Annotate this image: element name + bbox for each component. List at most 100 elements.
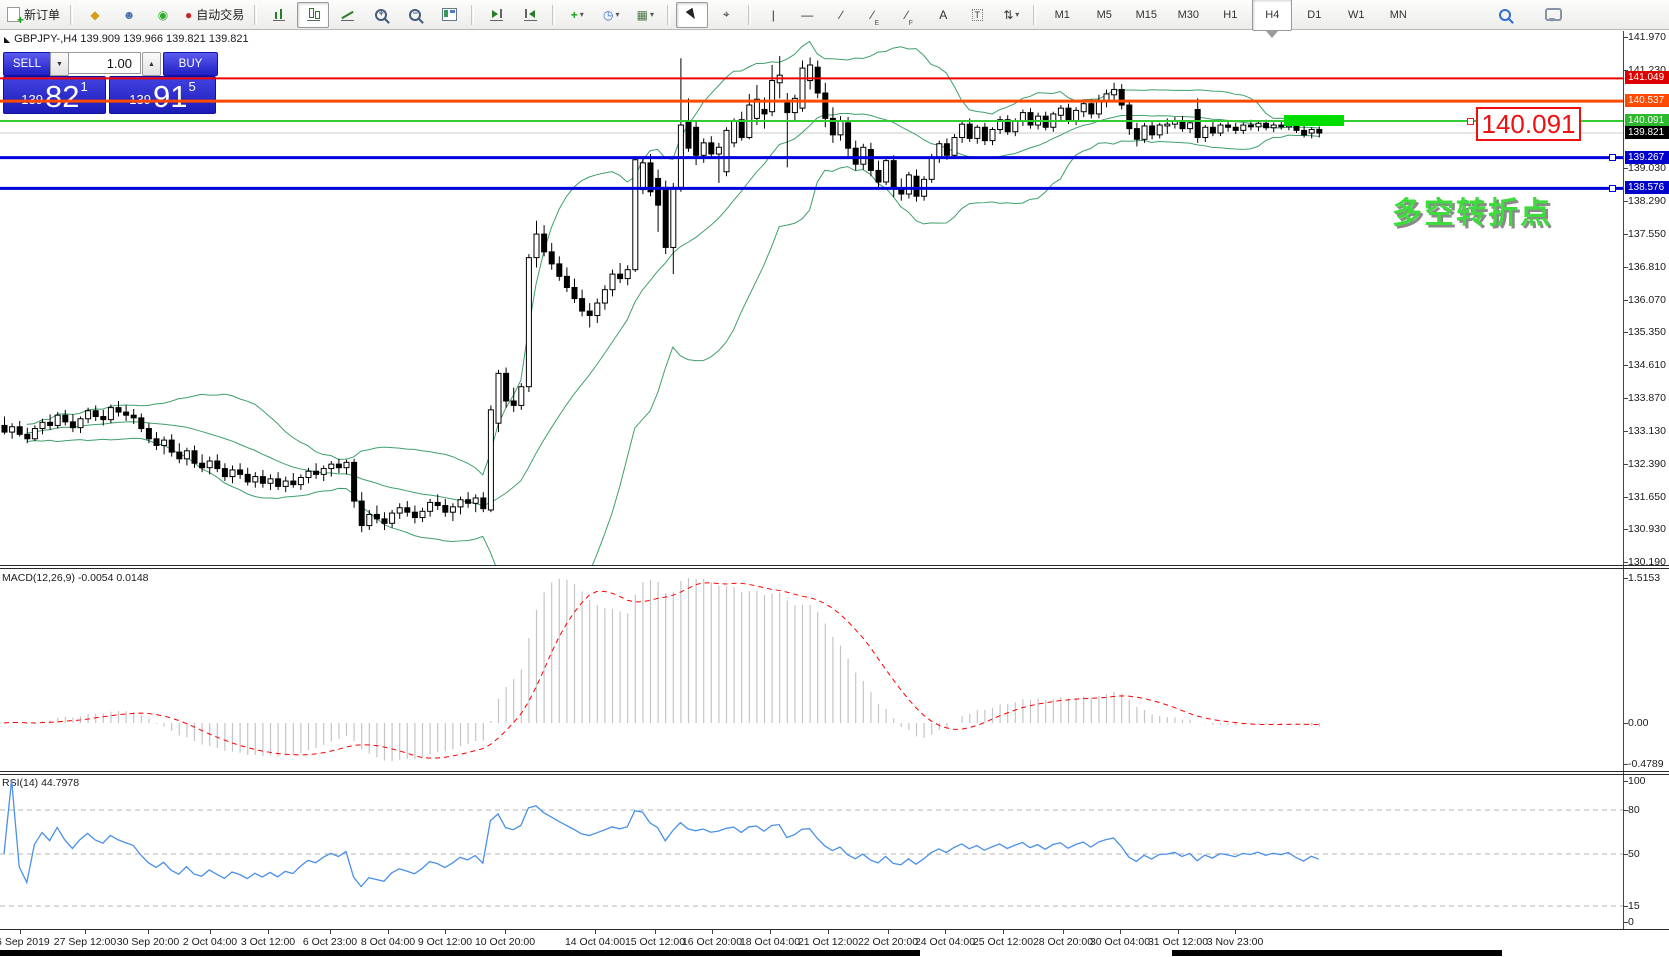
candle [123, 411, 130, 416]
candle [662, 186, 669, 248]
candle [1126, 104, 1133, 130]
candle [738, 119, 745, 139]
candle [69, 421, 76, 429]
candle [16, 426, 23, 435]
candle [708, 142, 715, 155]
candle [427, 501, 434, 512]
candle [252, 476, 259, 483]
candle [693, 126, 700, 156]
candle [495, 372, 502, 424]
candle [366, 513, 373, 527]
candle [510, 400, 517, 406]
candle [1209, 126, 1216, 134]
bollinger-middle-line [26, 112, 1319, 507]
candle [731, 120, 738, 144]
candle [100, 416, 107, 421]
candle [442, 505, 449, 513]
candle [875, 169, 882, 183]
lime-highlight-bar[interactable] [1284, 115, 1344, 126]
candle [107, 407, 114, 421]
candle [966, 123, 973, 139]
candle [328, 463, 335, 470]
candle [297, 476, 304, 486]
candle [1027, 112, 1034, 126]
candle [579, 298, 586, 312]
candle [609, 273, 616, 291]
candle [860, 146, 867, 165]
candle [594, 302, 601, 317]
candle [601, 289, 608, 304]
candle [434, 501, 441, 507]
candle [761, 108, 768, 115]
candle [525, 257, 532, 388]
candle [138, 417, 145, 430]
candle [305, 470, 312, 478]
candle [176, 451, 183, 460]
candle [1240, 124, 1247, 131]
candle [267, 478, 274, 484]
candle [343, 461, 350, 469]
candle [24, 433, 31, 440]
candle [373, 513, 380, 520]
candle [1217, 124, 1224, 134]
candle [905, 174, 912, 195]
annotation-text[interactable]: 多空转折点 [1392, 188, 1552, 232]
candle [883, 160, 890, 183]
candle [313, 470, 320, 475]
candle [335, 463, 342, 469]
candle [1270, 124, 1277, 129]
candle [472, 497, 479, 504]
candle [1057, 107, 1064, 116]
candle [1308, 128, 1315, 134]
candle [465, 499, 472, 504]
candle [837, 120, 844, 136]
line-selection-handle[interactable] [1609, 184, 1616, 192]
candle [845, 122, 852, 149]
candle [275, 478, 282, 487]
candle [320, 468, 327, 475]
candle [1080, 103, 1087, 113]
price-callout-box[interactable]: 140.091 [1476, 107, 1581, 141]
candle [449, 506, 456, 513]
candle [1133, 128, 1140, 140]
candle [85, 410, 92, 420]
candle [168, 439, 175, 453]
candle [981, 126, 988, 142]
candle [586, 310, 593, 317]
candle [541, 233, 548, 253]
candle [161, 439, 168, 446]
candle [548, 251, 555, 265]
line-end-handle[interactable] [1467, 117, 1474, 125]
candle [381, 518, 388, 524]
chart-canvas [0, 40, 1623, 907]
candle [556, 263, 563, 277]
candle [936, 143, 943, 158]
candle [974, 126, 981, 139]
candle [1149, 125, 1156, 136]
candle [206, 460, 213, 469]
candle [1301, 129, 1308, 136]
candle [913, 175, 920, 197]
candle [533, 233, 540, 259]
candle [951, 137, 958, 156]
candle [259, 476, 266, 484]
candle [487, 409, 494, 511]
candle [389, 512, 396, 524]
candle [655, 177, 662, 206]
candle [928, 156, 935, 180]
candle [199, 462, 206, 469]
candle [1088, 103, 1095, 115]
candle [769, 80, 776, 113]
candle [1065, 107, 1072, 122]
candle [617, 273, 624, 280]
candle [784, 102, 791, 114]
candle [518, 386, 525, 406]
candle [1278, 124, 1285, 128]
candle [1111, 88, 1118, 96]
candle [47, 421, 54, 426]
candle [183, 450, 190, 460]
candle [290, 480, 297, 486]
candle [1247, 124, 1254, 128]
line-selection-handle[interactable] [1609, 154, 1616, 162]
macd-signal-line [3, 582, 1319, 759]
